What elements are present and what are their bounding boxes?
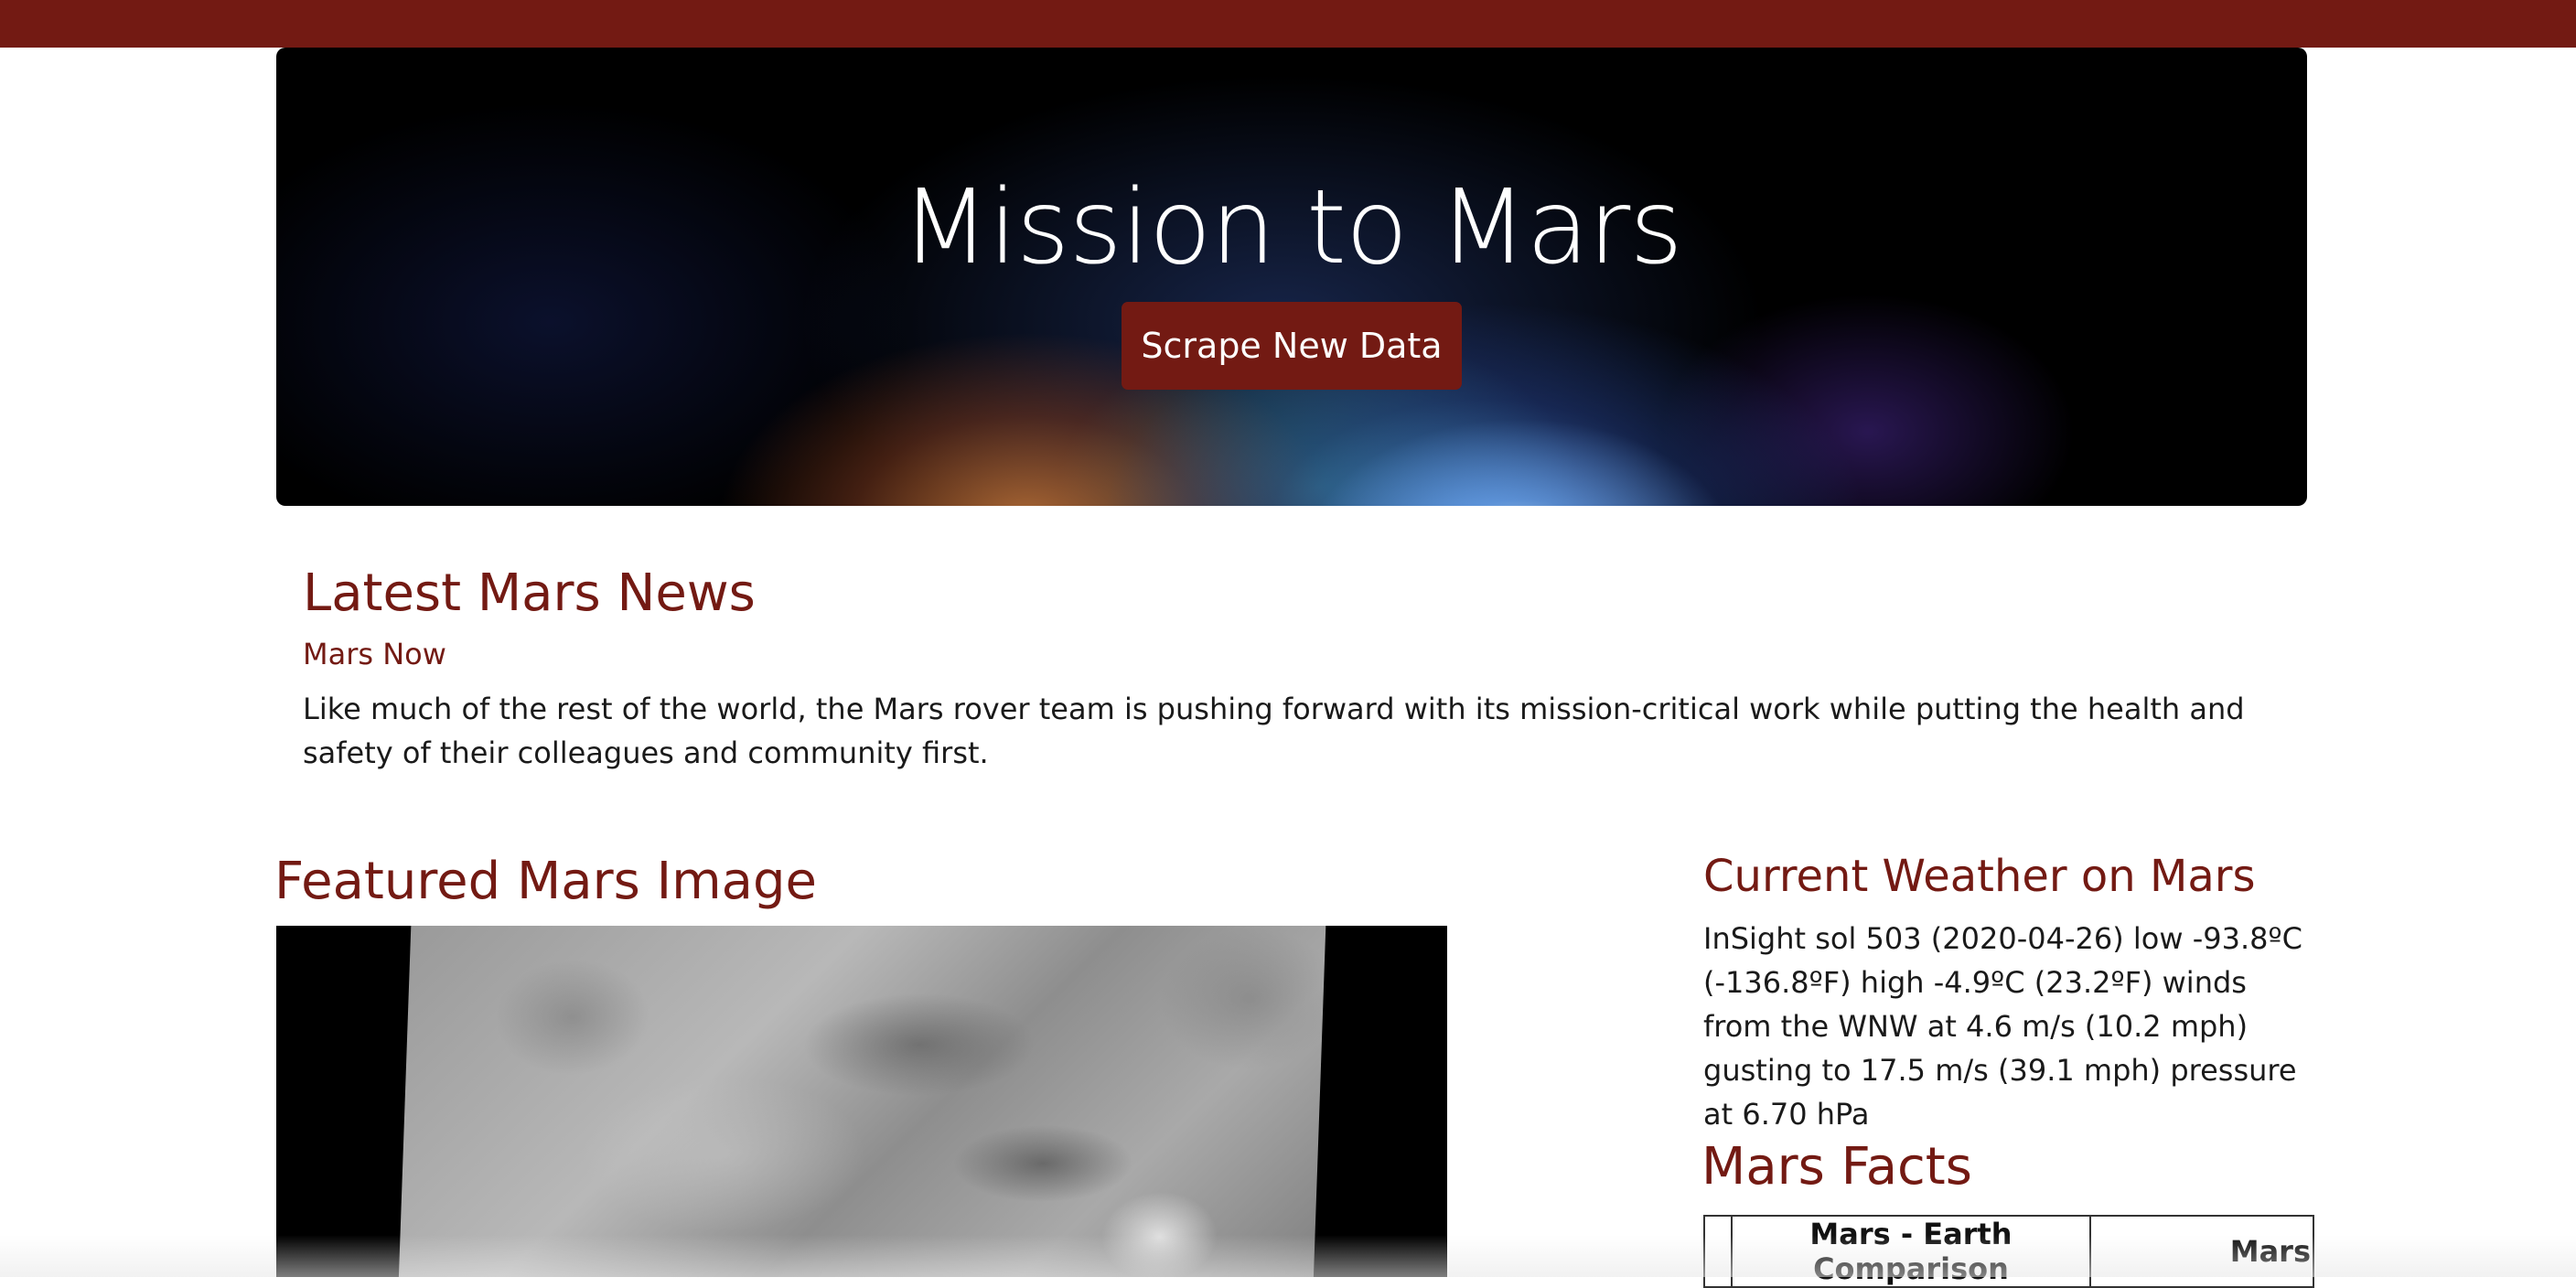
table-header-index xyxy=(1703,1215,1733,1288)
weather-heading: Current Weather on Mars xyxy=(1703,851,2256,902)
weather-report: InSight sol 503 (2020-04-26) low -93.8ºC… xyxy=(1703,920,2302,1132)
table-header-comparison: Mars - Earth Comparison xyxy=(1731,1215,2091,1288)
news-article-title: Mars Now xyxy=(303,637,446,672)
latest-news-section: Latest Mars News Mars Now Like much of t… xyxy=(303,563,2260,775)
page-title: Mission to Mars xyxy=(901,168,1682,287)
news-heading: Latest Mars News xyxy=(303,564,756,623)
weather-section: Current Weather on Mars InSight sol 503 … xyxy=(1703,851,2307,1136)
featured-image-section: Featured Mars Image xyxy=(274,851,1448,912)
table-header-mars: Mars xyxy=(2089,1215,2314,1288)
featured-image-heading: Featured Mars Image xyxy=(274,852,817,911)
table-header-row: Mars - Earth Comparison Mars xyxy=(1703,1215,2314,1288)
mars-facts-table: Mars - Earth Comparison Mars xyxy=(1703,1215,2314,1288)
mars-facts-section: Mars Facts xyxy=(1701,1136,2314,1197)
featured-mars-image[interactable] xyxy=(276,926,1447,1277)
news-article-body: Like much of the rest of the world, the … xyxy=(303,691,2245,770)
mars-terrain-image xyxy=(397,926,1326,1277)
scrape-new-data-button[interactable]: Scrape New Data xyxy=(1122,302,1462,390)
hero-jumbotron: Mission to Mars Scrape New Data xyxy=(276,48,2307,506)
facts-heading: Mars Facts xyxy=(1701,1137,1972,1197)
top-bar xyxy=(0,0,2576,48)
